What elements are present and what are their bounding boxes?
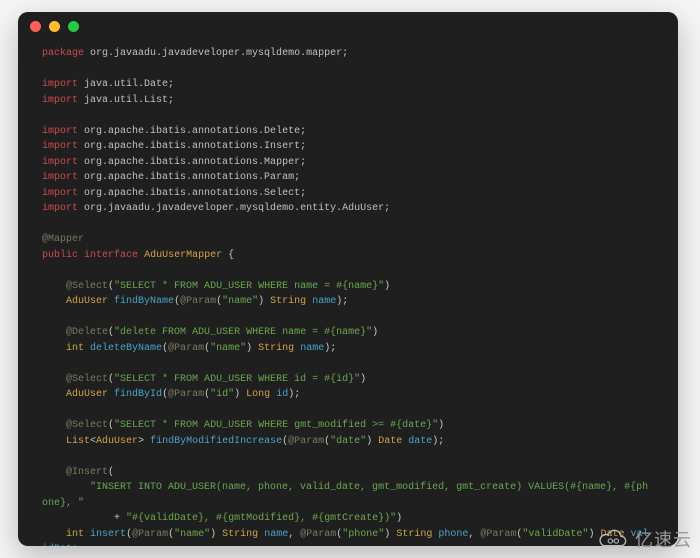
keyword: package bbox=[42, 48, 84, 59]
cloud-icon bbox=[597, 528, 629, 550]
param-var: name bbox=[264, 529, 288, 540]
annotation: @Select bbox=[66, 281, 108, 292]
code-content: package org.javaadu.javadeveloper.mysqld… bbox=[18, 40, 678, 546]
close-icon[interactable] bbox=[30, 21, 41, 32]
method-name: findByModifiedIncrease bbox=[150, 436, 282, 447]
return-type: AduUser bbox=[66, 389, 108, 400]
keyword: import bbox=[42, 141, 78, 152]
param-key: "name" bbox=[222, 296, 258, 307]
code-window: package org.javaadu.javadeveloper.mysqld… bbox=[18, 12, 678, 546]
sql-string: "INSERT INTO ADU_USER(name, phone, valid… bbox=[42, 482, 648, 509]
return-type: List bbox=[66, 436, 90, 447]
sql-string: "SELECT * FROM ADU_USER WHERE name = #{n… bbox=[114, 281, 384, 292]
brand-text: 亿速云 bbox=[635, 526, 692, 552]
param-key: "validDate" bbox=[522, 529, 588, 540]
annotation: @Param bbox=[132, 529, 168, 540]
generic-type: AduUser bbox=[96, 436, 138, 447]
param-var: date bbox=[408, 436, 432, 447]
import-path: org.apache.ibatis.annotations.Mapper bbox=[84, 157, 300, 168]
param-var: name bbox=[300, 343, 324, 354]
keyword: interface bbox=[84, 250, 138, 261]
param-key: "name" bbox=[174, 529, 210, 540]
keyword: import bbox=[42, 79, 78, 90]
param-type: String bbox=[258, 343, 294, 354]
method-name: deleteByName bbox=[90, 343, 162, 354]
return-type: AduUser bbox=[66, 296, 108, 307]
import-path: java.util.List bbox=[84, 95, 168, 106]
brace: { bbox=[228, 250, 234, 261]
method-name: findById bbox=[114, 389, 162, 400]
annotation: @Param bbox=[300, 529, 336, 540]
keyword: import bbox=[42, 188, 78, 199]
brand-watermark: 亿速云 bbox=[597, 526, 692, 552]
keyword: import bbox=[42, 126, 78, 137]
param-key: "name" bbox=[210, 343, 246, 354]
param-type: String bbox=[396, 529, 432, 540]
annotation: @Insert bbox=[66, 467, 108, 478]
keyword: import bbox=[42, 157, 78, 168]
param-key: "date" bbox=[330, 436, 366, 447]
sql-string: "delete FROM ADU_USER WHERE name = #{nam… bbox=[114, 327, 372, 338]
keyword: import bbox=[42, 95, 78, 106]
import-path: org.apache.ibatis.annotations.Insert bbox=[84, 141, 300, 152]
param-type: Long bbox=[246, 389, 270, 400]
return-type: int bbox=[66, 529, 84, 540]
plus-op: + bbox=[114, 513, 120, 524]
annotation: @Param bbox=[480, 529, 516, 540]
maximize-icon[interactable] bbox=[68, 21, 79, 32]
keyword: public bbox=[42, 250, 78, 261]
import-path: org.apache.ibatis.annotations.Param bbox=[84, 172, 294, 183]
annotation: @Delete bbox=[66, 327, 108, 338]
minimize-icon[interactable] bbox=[49, 21, 60, 32]
param-var: id bbox=[276, 389, 288, 400]
import-path: org.apache.ibatis.annotations.Delete bbox=[84, 126, 300, 137]
sql-string: "#{validDate}, #{gmtModified}, #{gmtCrea… bbox=[126, 513, 396, 524]
param-type: String bbox=[270, 296, 306, 307]
annotation: @Param bbox=[180, 296, 216, 307]
annotation: @Select bbox=[66, 420, 108, 431]
return-type: int bbox=[66, 343, 84, 354]
import-path: org.javaadu.javadeveloper.mysqldemo.enti… bbox=[84, 203, 384, 214]
param-var: name bbox=[312, 296, 336, 307]
window-titlebar bbox=[18, 12, 678, 40]
param-var: phone bbox=[438, 529, 468, 540]
method-name: findByName bbox=[114, 296, 174, 307]
annotation: @Mapper bbox=[42, 234, 84, 245]
param-type: String bbox=[222, 529, 258, 540]
annotation: @Param bbox=[168, 343, 204, 354]
param-key: "phone" bbox=[342, 529, 384, 540]
sql-string: "SELECT * FROM ADU_USER WHERE gmt_modifi… bbox=[114, 420, 438, 431]
type-name: AduUserMapper bbox=[144, 250, 222, 261]
annotation: @Select bbox=[66, 374, 108, 385]
keyword: import bbox=[42, 203, 78, 214]
sql-string: "SELECT * FROM ADU_USER WHERE id = #{id}… bbox=[114, 374, 360, 385]
param-key: "id" bbox=[210, 389, 234, 400]
keyword: import bbox=[42, 172, 78, 183]
param-type: Date bbox=[378, 436, 402, 447]
annotation: @Param bbox=[168, 389, 204, 400]
import-path: java.util.Date bbox=[84, 79, 168, 90]
method-name: insert bbox=[90, 529, 126, 540]
package-path: org.javaadu.javadeveloper.mysqldemo.mapp… bbox=[90, 48, 342, 59]
import-path: org.apache.ibatis.annotations.Select bbox=[84, 188, 300, 199]
annotation: @Param bbox=[288, 436, 324, 447]
